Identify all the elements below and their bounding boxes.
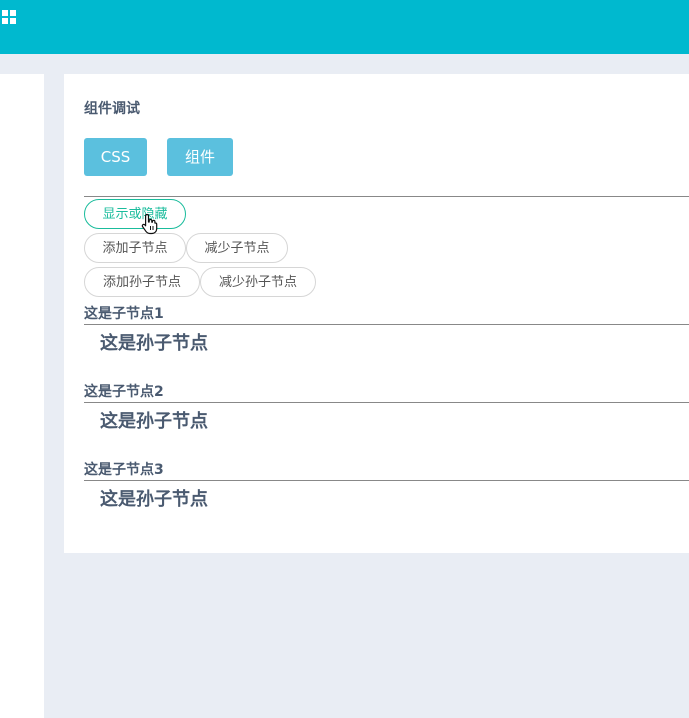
add-child-button[interactable]: 添加子节点: [84, 233, 186, 263]
grid-menu-icon[interactable]: [2, 10, 16, 24]
grandchild-node-label: 这是孙子节点: [100, 333, 208, 354]
divider: [84, 196, 689, 197]
remove-grandchild-button[interactable]: 减少孙子节点: [200, 267, 316, 297]
grandchild-node-label: 这是孙子节点: [100, 411, 208, 432]
child-node-divider: [84, 480, 689, 481]
hand-pointer-icon: [141, 213, 158, 235]
remove-child-button[interactable]: 减少子节点: [186, 233, 288, 263]
toggle-visibility-button[interactable]: 显示或隐藏: [84, 199, 186, 229]
child-node-divider: [84, 402, 689, 403]
add-grandchild-button[interactable]: 添加孙子节点: [84, 267, 200, 297]
child-node-label: 这是子节点1: [84, 306, 164, 322]
child-node-label: 这是子节点2: [84, 384, 164, 400]
sidebar: [0, 74, 44, 718]
top-bar: [0, 0, 689, 54]
component-debug-panel: 组件调试 CSS 组件 显示或隐藏 添加子节点 减少子节点 添加孙子节点 减少孙…: [64, 74, 689, 553]
grandchild-node-label: 这是孙子节点: [100, 489, 208, 510]
component-tab-button[interactable]: 组件: [167, 138, 233, 176]
child-node-divider: [84, 324, 689, 325]
child-node-label: 这是子节点3: [84, 462, 164, 478]
panel-title: 组件调试: [84, 101, 140, 117]
css-tab-button[interactable]: CSS: [84, 138, 147, 176]
